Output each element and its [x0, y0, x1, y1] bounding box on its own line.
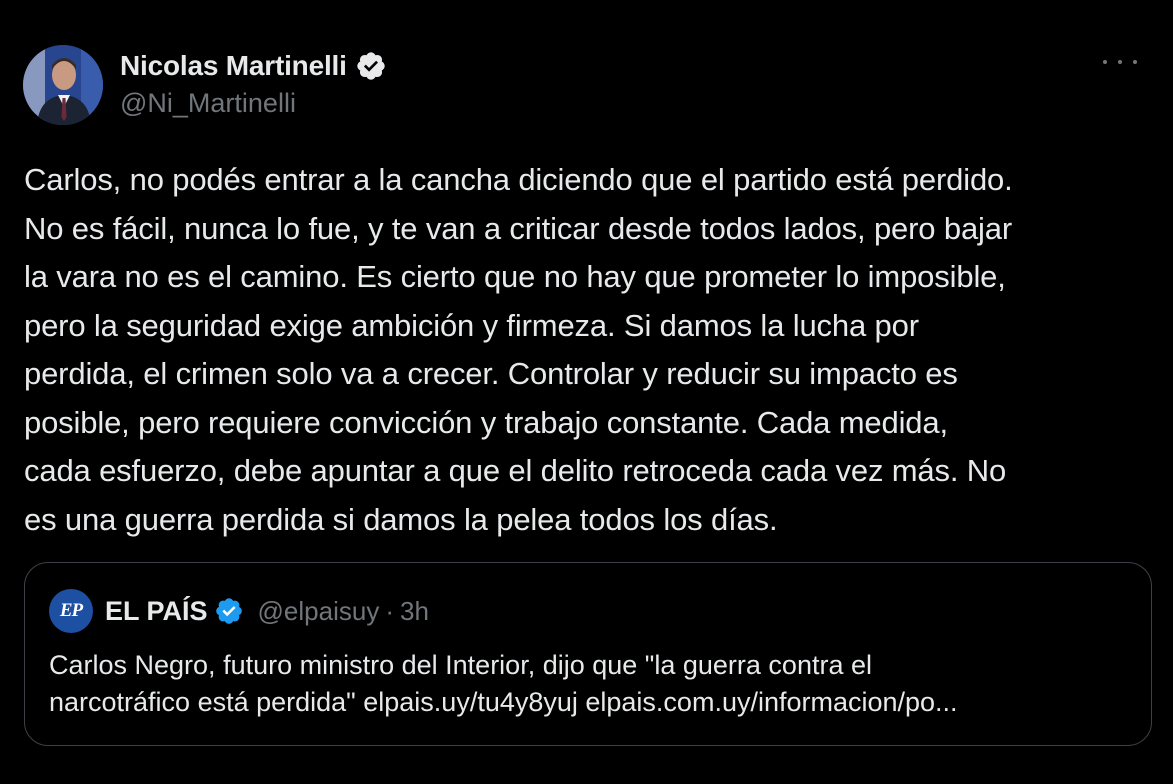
quoted-tweet-card[interactable]: EP EL PAÍS @elpaisuy · 3h Carlos Negro, … — [24, 562, 1152, 746]
quoted-verified-badge-icon — [214, 596, 244, 626]
quoted-tweet-header: EP EL PAÍS @elpaisuy · 3h — [49, 589, 429, 633]
more-dot — [1103, 60, 1107, 64]
avatar[interactable] — [23, 45, 103, 125]
author-info: Nicolas Martinelli @Ni_Martinelli — [120, 46, 387, 120]
verified-badge-icon — [355, 50, 387, 82]
more-options-icon[interactable] — [1103, 52, 1137, 72]
author-handle[interactable]: @Ni_Martinelli — [120, 86, 387, 120]
tweet: Nicolas Martinelli @Ni_Martinelli Carlos… — [0, 0, 1173, 784]
quoted-logo-text: EP — [59, 600, 83, 621]
avatar-photo — [23, 45, 103, 125]
author-display-name[interactable]: Nicolas Martinelli — [120, 50, 347, 82]
more-dot — [1133, 60, 1137, 64]
more-dot — [1118, 60, 1122, 64]
tweet-text: Carlos, no podés entrar a la cancha dici… — [24, 162, 1013, 537]
author-name-row: Nicolas Martinelli — [120, 46, 387, 86]
quoted-tweet-text: Carlos Negro, futuro ministro del Interi… — [49, 650, 958, 717]
quoted-author-avatar[interactable]: EP — [49, 589, 93, 633]
quoted-separator: · — [385, 595, 394, 626]
quoted-timestamp[interactable]: 3h — [400, 596, 429, 627]
quoted-author-handle[interactable]: @elpaisuy — [258, 596, 380, 627]
quoted-author-display-name[interactable]: EL PAÍS — [105, 596, 208, 627]
